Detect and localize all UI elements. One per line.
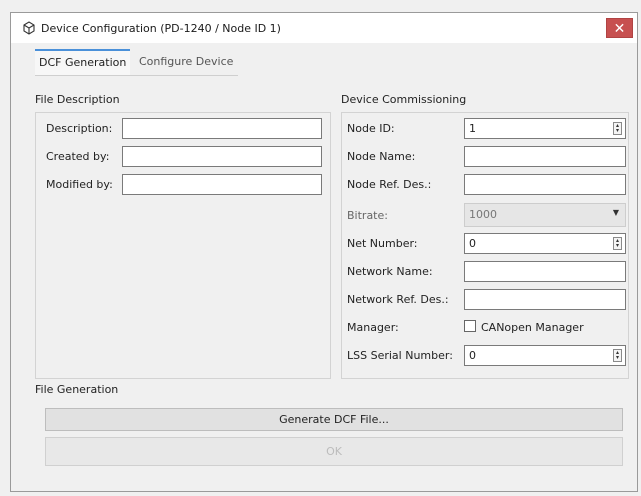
node-ref-label: Node Ref. Des.: bbox=[347, 178, 432, 191]
modified-by-label: Modified by: bbox=[46, 178, 113, 191]
canopen-manager-checkbox[interactable] bbox=[464, 320, 476, 332]
manager-label: Manager: bbox=[347, 321, 399, 334]
ok-button: OK bbox=[45, 437, 623, 466]
node-id-spin-icon[interactable]: ▴ ▾ bbox=[613, 122, 622, 135]
title-bar: Device Configuration (PD-1240 / Node ID … bbox=[11, 13, 637, 43]
file-description-label: File Description bbox=[35, 93, 120, 106]
net-number-spin-icon[interactable]: ▴ ▾ bbox=[613, 237, 622, 250]
created-by-label: Created by: bbox=[46, 150, 110, 163]
bitrate-label: Bitrate: bbox=[347, 209, 388, 222]
device-configuration-dialog: Device Configuration (PD-1240 / Node ID … bbox=[10, 12, 638, 492]
bitrate-value: 1000 bbox=[469, 208, 497, 221]
canopen-manager-label: CANopen Manager bbox=[481, 321, 584, 334]
node-name-label: Node Name: bbox=[347, 150, 416, 163]
tab-configure-device[interactable]: Configure Device bbox=[135, 49, 237, 75]
tab-dcf-generation[interactable]: DCF Generation bbox=[35, 49, 131, 75]
file-description-group: Description: Created by: Modified by: bbox=[35, 112, 331, 379]
window-title: Device Configuration (PD-1240 / Node ID … bbox=[41, 22, 281, 35]
generate-dcf-button[interactable]: Generate DCF File... bbox=[45, 408, 623, 431]
network-ref-input[interactable] bbox=[464, 289, 626, 310]
device-commissioning-label: Device Commissioning bbox=[341, 93, 467, 106]
close-icon: ✕ bbox=[613, 21, 626, 37]
tab-divider bbox=[35, 75, 238, 76]
network-ref-label: Network Ref. Des.: bbox=[347, 293, 449, 306]
lss-serial-stepper[interactable]: 0 ▴ ▾ bbox=[464, 345, 626, 366]
lss-serial-value: 0 bbox=[469, 349, 476, 362]
network-name-label: Network Name: bbox=[347, 265, 433, 278]
description-label: Description: bbox=[46, 122, 113, 135]
close-button[interactable]: ✕ bbox=[606, 18, 633, 38]
lss-serial-label: LSS Serial Number: bbox=[347, 349, 453, 362]
node-id-label: Node ID: bbox=[347, 122, 395, 135]
description-input[interactable] bbox=[122, 118, 322, 139]
device-commissioning-group: Node ID: 1 ▴ ▾ Node Name: Node Ref. Des.:… bbox=[341, 112, 629, 379]
node-id-stepper[interactable]: 1 ▴ ▾ bbox=[464, 118, 626, 139]
modified-by-input[interactable] bbox=[122, 174, 322, 195]
device-icon bbox=[23, 21, 35, 35]
net-number-value: 0 bbox=[469, 237, 476, 250]
lss-serial-spin-icon[interactable]: ▴ ▾ bbox=[613, 349, 622, 362]
bitrate-select: 1000 ▼ bbox=[464, 203, 626, 227]
node-name-input[interactable] bbox=[464, 146, 626, 167]
node-id-value: 1 bbox=[469, 122, 476, 135]
net-number-stepper[interactable]: 0 ▴ ▾ bbox=[464, 233, 626, 254]
net-number-label: Net Number: bbox=[347, 237, 418, 250]
network-name-input[interactable] bbox=[464, 261, 626, 282]
tab-bar: DCF Generation Configure Device bbox=[35, 49, 255, 75]
chevron-down-icon: ▼ bbox=[612, 208, 619, 217]
node-ref-input[interactable] bbox=[464, 174, 626, 195]
file-generation-label: File Generation bbox=[35, 383, 119, 396]
created-by-input[interactable] bbox=[122, 146, 322, 167]
